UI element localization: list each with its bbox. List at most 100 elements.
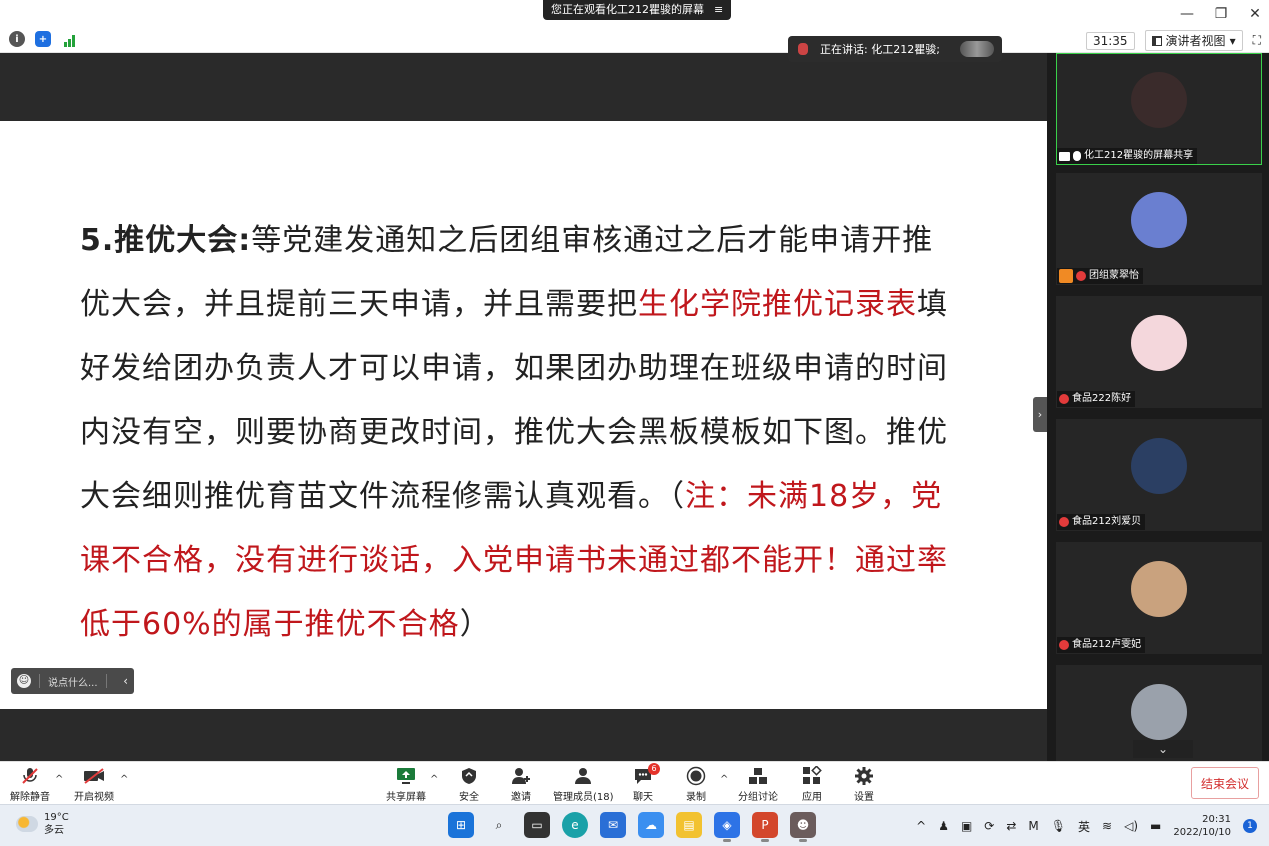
- participant-label: 食品212刘爱贝: [1057, 514, 1146, 530]
- scroll-down-button[interactable]: ⌄: [1133, 740, 1193, 758]
- powerpoint-icon[interactable]: P: [752, 812, 778, 842]
- share-screen-icon: [395, 766, 417, 786]
- end-meeting-button[interactable]: 结束会议: [1191, 767, 1259, 799]
- shield-icon[interactable]: +: [35, 31, 51, 47]
- mic-muted-icon: [1059, 517, 1069, 527]
- presentation-slide: 5.推优大会:等党建发通知之后团组审核通过之后才能申请开推优大会，并且提前三天申…: [0, 121, 1047, 709]
- chevron-left-icon[interactable]: ‹: [123, 674, 128, 688]
- media-icon[interactable]: M: [1028, 819, 1038, 833]
- search-icon[interactable]: ⌕: [486, 812, 512, 838]
- status-right: 31:35 演讲者视图 ▾ ⛶: [1085, 30, 1261, 51]
- gear-icon: [853, 766, 875, 786]
- edge-browser-icon[interactable]: e: [562, 812, 588, 838]
- chevron-up-icon[interactable]: ^: [916, 819, 926, 833]
- fullscreen-icon[interactable]: ⛶: [1253, 33, 1261, 48]
- manage-members-button[interactable]: 管理成员(18): [553, 766, 614, 803]
- microphone-icon[interactable]: 🎙: [1051, 819, 1066, 833]
- participant-tile[interactable]: 食品222陈好: [1056, 296, 1262, 408]
- status-bar: i + 31:35 演讲者视图 ▾ ⛶: [0, 27, 1269, 53]
- slide-body: 5.推优大会:等党建发通知之后团组审核通过之后才能申请开推优大会，并且提前三天申…: [80, 209, 950, 657]
- view-mode-button[interactable]: 演讲者视图 ▾: [1144, 30, 1243, 51]
- mic-icon: [798, 43, 808, 55]
- sync-icon[interactable]: ⟳: [984, 819, 994, 833]
- file-explorer-icon[interactable]: ▤: [676, 812, 702, 838]
- minimize-icon[interactable]: —: [1179, 6, 1195, 22]
- clock[interactable]: 20:31 2022/10/10: [1173, 813, 1231, 839]
- info-icon[interactable]: i: [9, 31, 25, 47]
- speaking-banner: 正在讲话: 化工212瞿骏;: [788, 36, 1002, 62]
- security-button[interactable]: 安全: [458, 766, 480, 803]
- slide-paren-open: （: [669, 479, 685, 514]
- breakout-icon: [747, 766, 769, 786]
- collapse-panel-button[interactable]: ›: [1033, 397, 1047, 432]
- participant-tile[interactable]: ⌄: [1056, 665, 1262, 761]
- caret-up-icon[interactable]: ^: [720, 774, 728, 785]
- participant-name: 化工212瞿骏的屏幕共享: [1084, 150, 1194, 161]
- apps-button[interactable]: 应用: [801, 766, 823, 803]
- volume-icon[interactable]: ◁): [1124, 819, 1138, 833]
- system-tray: ^ ♟ ▣ ⟳ ⇄ M 🎙 英 ≋ ◁) ▬ 20:31 2022/10/10 …: [916, 813, 1257, 839]
- ime-indicator[interactable]: 英: [1078, 818, 1090, 835]
- chat-button[interactable]: 6 聊天: [632, 763, 660, 803]
- meeting-toolbar: 解除静音 ^ 开启视频 ^ 共享屏幕 ^ 安全 邀请 管理成员(18) 6 聊天: [0, 761, 1269, 804]
- unmute-button[interactable]: 解除静音: [10, 766, 50, 803]
- record-button[interactable]: 录制: [685, 766, 707, 803]
- caret-up-icon[interactable]: ^: [430, 774, 438, 785]
- notification-badge[interactable]: 1: [1243, 819, 1257, 833]
- breakout-button[interactable]: 分组讨论: [738, 766, 778, 803]
- breakout-label: 分组讨论: [738, 792, 778, 803]
- participant-label: 团组蒙翠怡: [1057, 268, 1143, 284]
- record-icon: [685, 766, 707, 786]
- cloud-app-icon[interactable]: ☁: [638, 812, 664, 838]
- close-icon[interactable]: ✕: [1247, 6, 1263, 22]
- transfer-icon[interactable]: ⇄: [1006, 819, 1016, 833]
- panel-divider[interactable]: [1047, 53, 1055, 761]
- layout-icon: [1151, 35, 1162, 46]
- restore-icon[interactable]: ❐: [1213, 6, 1229, 22]
- chevron-down-icon: ⌄: [1157, 742, 1169, 756]
- meeting-app-icon[interactable]: ◈: [714, 812, 740, 842]
- os-taskbar: 19°C 多云 ⊞ ⌕ ▭ e ✉ ☁ ▤ ◈ P ☻ ^ ♟ ▣ ⟳ ⇄ M …: [0, 804, 1269, 846]
- video-off-icon: [83, 766, 105, 786]
- share-notice-pill[interactable]: 您正在观看化工212瞿骏的屏幕 ≡: [543, 0, 732, 20]
- clock-time: 20:31: [1202, 814, 1231, 825]
- participant-tile[interactable]: 化工212瞿骏的屏幕共享: [1056, 53, 1262, 165]
- members-icon: [572, 766, 594, 786]
- invite-label: 邀请: [511, 792, 531, 803]
- participant-tile[interactable]: 食品212刘爱贝: [1056, 419, 1262, 531]
- task-view-icon[interactable]: ▭: [524, 812, 550, 838]
- share-screen-button[interactable]: 共享屏幕: [386, 766, 426, 803]
- caret-up-icon[interactable]: ^: [55, 774, 63, 785]
- mail-icon[interactable]: ✉: [600, 812, 626, 838]
- mic-icon: [1073, 151, 1081, 161]
- start-video-button[interactable]: 开启视频: [74, 766, 114, 803]
- weather-widget[interactable]: 19°C 多云: [16, 811, 69, 837]
- participant-label: 食品222陈好: [1057, 391, 1136, 407]
- wifi-icon[interactable]: ≋: [1102, 819, 1112, 833]
- participant-tile[interactable]: 团组蒙翠怡: [1056, 173, 1262, 285]
- slide-paren-close: ）: [459, 607, 491, 642]
- divider: [105, 674, 107, 688]
- menu-icon[interactable]: ≡: [714, 0, 723, 20]
- app-tray-icon[interactable]: ▣: [961, 819, 972, 833]
- signal-icon[interactable]: [61, 31, 77, 47]
- invite-button[interactable]: 邀请: [510, 766, 532, 803]
- unmute-label: 解除静音: [10, 792, 50, 803]
- avatar: [1131, 684, 1187, 740]
- record-label: 录制: [686, 792, 706, 803]
- add-user-icon: [510, 766, 532, 786]
- participant-tile[interactable]: 食品212卢雯妃: [1056, 542, 1262, 654]
- battery-icon[interactable]: ▬: [1150, 819, 1161, 833]
- manage-members-label: 管理成员(18): [553, 792, 614, 803]
- view-mode-label: 演讲者视图: [1165, 34, 1226, 48]
- settings-button[interactable]: 设置: [853, 766, 875, 803]
- caret-up-icon[interactable]: ^: [120, 774, 128, 785]
- apps-label: 应用: [802, 792, 822, 803]
- emoji-icon[interactable]: ☺: [17, 674, 31, 688]
- slide-highlight-a: 生化学院推优记录表: [638, 287, 917, 322]
- quick-chat-input[interactable]: ☺ 说点什么... ‹: [11, 668, 134, 694]
- start-menu-icon[interactable]: ⊞: [448, 812, 474, 838]
- start-video-label: 开启视频: [74, 792, 114, 803]
- user-app-icon[interactable]: ☻: [790, 812, 816, 842]
- qq-icon[interactable]: ♟: [938, 819, 949, 833]
